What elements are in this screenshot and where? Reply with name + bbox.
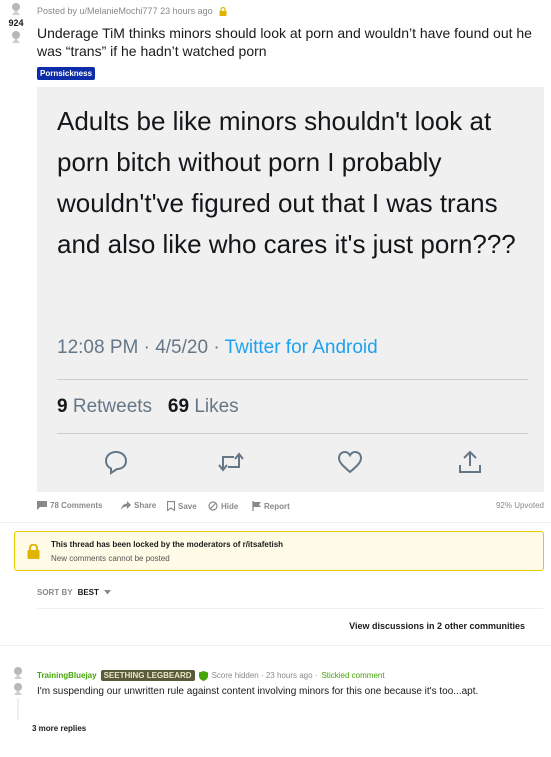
locked-subtitle: New comments cannot be posted [51, 554, 170, 563]
comment-icon [37, 501, 47, 510]
tweet-time-text: 12:08 PM · 4/5/20 · [57, 337, 225, 358]
reply-icon [104, 450, 128, 475]
locked-notice: This thread has been locked by the moder… [14, 531, 544, 571]
moderator-shield-icon [198, 670, 208, 681]
tweet-text: Adults be like minors shouldn't look at … [57, 106, 516, 259]
share-label: Share [134, 501, 157, 510]
hide-label: Hide [221, 501, 239, 511]
tweet-image[interactable]: Adults be like minors shouldn't look at … [37, 87, 544, 492]
comments-count: 78 Comments [50, 501, 103, 510]
user-flair: SEETHING LEGBEARD [100, 670, 195, 681]
post-meta: Posted by u/MelanieMochi777 23 hours ago [37, 6, 227, 17]
lock-icon [27, 544, 40, 559]
report-label: Report [264, 501, 290, 511]
comment-meta: Score hidden · 23 hours ago · [211, 671, 318, 680]
sort-value: BEST [77, 588, 99, 597]
post-title[interactable]: Underage TiM thinks minors should look a… [37, 24, 542, 60]
like-label: Likes [189, 396, 239, 417]
comment-header: TrainingBluejay SEETHING LEGBEARD Score … [37, 670, 385, 681]
sort-dropdown[interactable]: SORT BY BEST [37, 588, 111, 597]
tweet-divider [57, 379, 528, 380]
retweet-label: Retweets [67, 396, 153, 417]
downvote-icon[interactable] [9, 30, 23, 44]
post-score: 924 [8, 18, 24, 28]
section-divider [0, 645, 551, 646]
stickied-label: Stickied comment [321, 671, 385, 680]
post-flair[interactable]: Pornsickness [37, 67, 96, 80]
chevron-down-icon [103, 590, 111, 595]
save-label: Save [178, 501, 197, 511]
lock-icon [219, 7, 227, 17]
retweet-count: 9 [57, 396, 68, 417]
save-button[interactable]: Save [167, 501, 197, 511]
report-button[interactable]: Report [252, 501, 290, 511]
hide-icon [208, 501, 218, 511]
like-icon [337, 450, 363, 474]
tweet-actions [37, 449, 544, 479]
hide-button[interactable]: Hide [208, 501, 238, 511]
downvote-icon[interactable] [11, 682, 25, 696]
other-discussions-link[interactable]: View discussions in 2 other communities [349, 621, 525, 631]
tweet-stats: 9 Retweets 69 Likes [57, 396, 239, 418]
share-button[interactable]: Share [121, 501, 156, 510]
tweet-timestamp: 12:08 PM · 4/5/20 · Twitter for Android [57, 337, 378, 359]
tweet-divider [57, 433, 528, 434]
like-count: 69 [167, 396, 190, 417]
upvote-ratio: 92% Upvoted [495, 501, 544, 510]
more-replies-link[interactable]: 3 more replies [32, 724, 86, 733]
comment-vote-column [10, 666, 26, 696]
bookmark-icon [167, 501, 175, 511]
comment-author[interactable]: TrainingBluejay [37, 671, 97, 680]
locked-title: This thread has been locked by the moder… [51, 540, 284, 549]
share-icon [459, 450, 481, 473]
upvote-icon[interactable] [9, 2, 23, 16]
section-divider [37, 608, 543, 609]
comment-body: I'm suspending our unwritten rule agains… [37, 686, 479, 697]
share-arrow-icon [121, 501, 131, 510]
vote-column: 924 [2, 2, 30, 44]
thread-line[interactable] [17, 698, 19, 720]
upvote-icon[interactable] [11, 666, 25, 680]
tweet-source: Twitter for Android [224, 337, 378, 358]
section-divider [0, 522, 551, 523]
retweet-icon [218, 452, 244, 472]
sort-label: SORT BY [37, 588, 73, 597]
post-meta-text: Posted by u/MelanieMochi777 23 hours ago [37, 6, 213, 16]
flag-icon [252, 501, 261, 511]
comments-button[interactable]: 78 Comments [37, 501, 102, 510]
